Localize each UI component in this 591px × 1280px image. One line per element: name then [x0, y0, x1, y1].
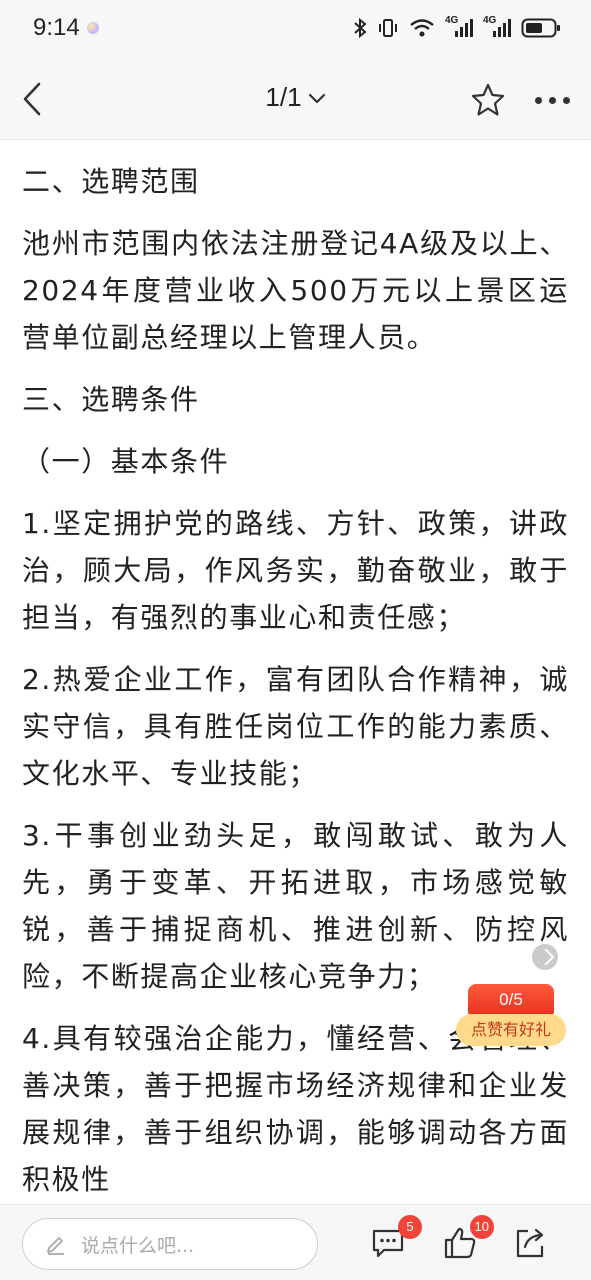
status-time: 9:14 — [33, 14, 80, 41]
favorite-button[interactable] — [466, 78, 510, 122]
signal-group-1: 4G — [445, 15, 473, 39]
network-type-label: 4G — [445, 15, 459, 26]
article-subheading: （一）基本条件 — [22, 445, 230, 478]
status-icons: 4G 4G — [353, 14, 561, 42]
like-promo-count: 0/5 — [468, 984, 554, 1016]
floating-scroll-bubble[interactable] — [532, 944, 558, 970]
like-count-badge: 10 — [469, 1215, 494, 1239]
bluetooth-icon — [354, 17, 367, 39]
article-paragraph: 3.干事创业劲头足，敢闯敢试、敢为人先，勇于变革、开拓进取，市场感觉敏锐，善于捕… — [22, 819, 569, 993]
like-promo-text: 点赞有好礼 — [456, 1014, 566, 1046]
article-paragraph: 2.热爱企业工作，富有团队合作精神，诚实守信，具有胜任岗位工作的能力素质、文化水… — [22, 663, 569, 790]
like-button[interactable]: 10 — [436, 1215, 494, 1267]
share-icon — [516, 1228, 544, 1258]
more-dot-icon — [548, 96, 556, 104]
article-paragraph: 池州市范围内依法注册登记4A级及以上、2024年度营业收入500万元以上景区运营… — [22, 227, 569, 354]
article-paragraph: 1.坚定拥护党的路线、方针、政策，讲政治，顾大局，作风务实，勤奋敬业，敢于担当，… — [22, 507, 569, 634]
bottom-action-bar: 说点什么吧... 5 10 — [0, 1204, 591, 1280]
like-promo-badge[interactable]: 0/5 点赞有好礼 — [456, 984, 566, 1048]
vibrate-icon — [379, 19, 397, 37]
assistant-dot-icon — [87, 22, 99, 34]
comments-button[interactable]: 5 — [364, 1215, 422, 1267]
star-icon — [471, 83, 505, 116]
article-heading: 三、选聘条件 — [22, 383, 200, 416]
comment-count-badge: 5 — [398, 1215, 422, 1239]
more-dot-icon — [562, 96, 570, 104]
network-type-label: 4G — [483, 15, 497, 26]
comment-input[interactable]: 说点什么吧... — [22, 1218, 318, 1270]
page-indicator-label: 1/1 — [265, 82, 302, 112]
article-heading: 二、选聘范围 — [22, 165, 200, 198]
signal-group-2: 4G — [483, 15, 511, 39]
comment-placeholder: 说点什么吧... — [81, 1234, 195, 1257]
status-bar: 9:14 4G 4G — [0, 0, 591, 58]
chevron-down-icon — [308, 94, 325, 104]
battery-icon — [521, 18, 560, 38]
more-options-button[interactable] — [528, 78, 576, 122]
pencil-icon — [47, 1237, 64, 1255]
more-dot-icon — [534, 96, 542, 104]
wifi-icon — [410, 19, 434, 37]
nav-bar: 1/1 — [0, 58, 591, 140]
share-button[interactable] — [506, 1219, 554, 1267]
